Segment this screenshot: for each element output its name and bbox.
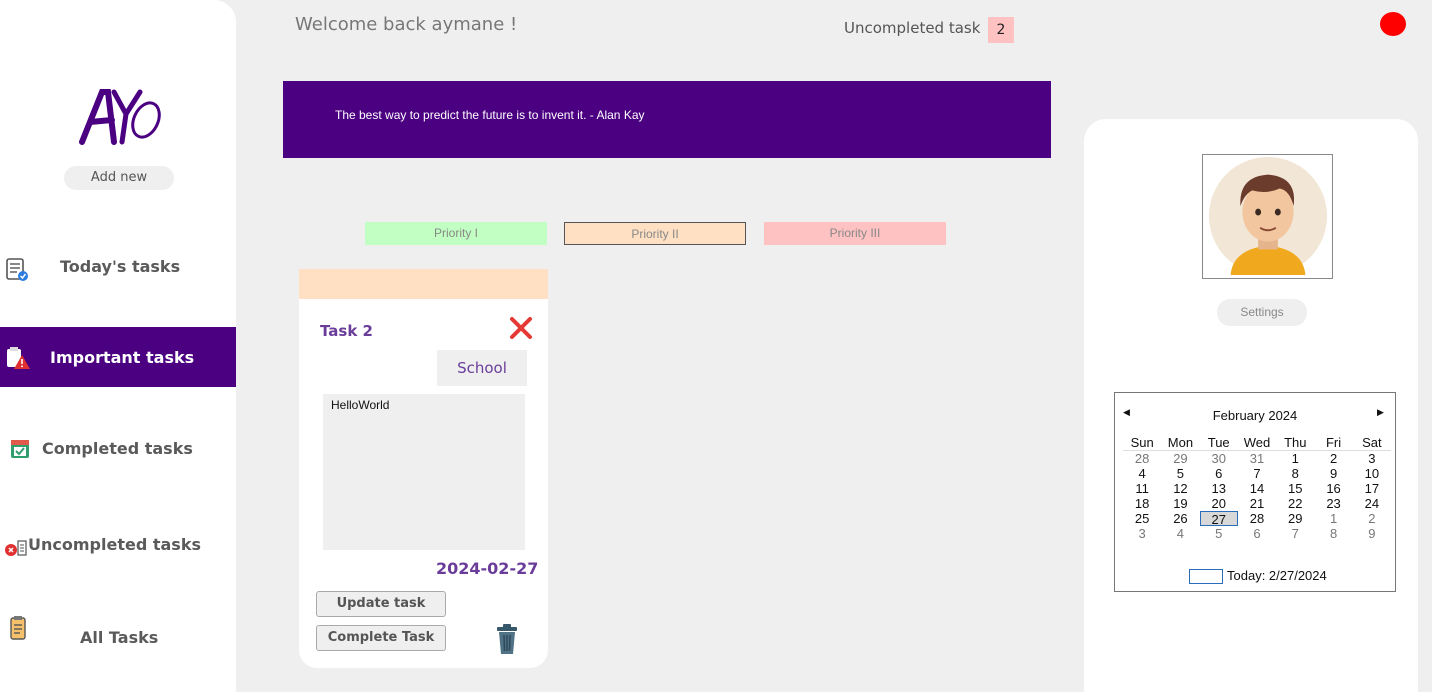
calendar-day[interactable]: 1 xyxy=(1314,511,1352,526)
sidebar-item-completed-tasks[interactable]: Completed tasks xyxy=(0,418,236,478)
priority-2-filter[interactable]: Priority II xyxy=(564,222,746,245)
calendar-day[interactable]: 19 xyxy=(1161,496,1199,511)
task-date: 2024-02-27 xyxy=(436,559,539,578)
calendar-day[interactable]: 27 xyxy=(1199,511,1238,527)
calendar-day[interactable]: 14 xyxy=(1238,481,1276,496)
sidebar-item-label: Uncompleted tasks xyxy=(28,534,201,554)
calendar-day[interactable]: 24 xyxy=(1353,496,1391,511)
error-list-icon xyxy=(5,540,27,556)
sidebar: Add new Today's tasks Important tasks Co… xyxy=(0,0,236,692)
calendar-day[interactable]: 8 xyxy=(1276,466,1314,481)
calendar-day[interactable]: 7 xyxy=(1276,526,1314,541)
today-marker-icon xyxy=(1189,569,1223,584)
calendar-day[interactable]: 9 xyxy=(1314,466,1352,481)
calendar-day[interactable]: 2 xyxy=(1314,451,1352,466)
calendar-day[interactable]: 8 xyxy=(1314,526,1352,541)
calendar-day[interactable]: 9 xyxy=(1353,526,1391,541)
calendar-weekday-label: Thu xyxy=(1276,435,1315,451)
calendar-day[interactable]: 23 xyxy=(1314,496,1352,511)
task-card-priority-bar xyxy=(299,269,548,299)
calendar-day[interactable]: 12 xyxy=(1161,481,1199,496)
close-icon[interactable] xyxy=(507,314,535,342)
calendar-day[interactable]: 4 xyxy=(1123,466,1161,481)
calendar-weekday-label: Sat xyxy=(1352,435,1391,451)
calendar-day[interactable]: 18 xyxy=(1123,496,1161,511)
sidebar-item-important-tasks[interactable]: Important tasks xyxy=(0,327,236,387)
calendar-day[interactable]: 3 xyxy=(1353,451,1391,466)
calendar-day[interactable]: 20 xyxy=(1200,496,1238,511)
calendar-day[interactable]: 5 xyxy=(1200,526,1238,541)
calendar-day[interactable]: 13 xyxy=(1200,481,1238,496)
avatar xyxy=(1202,154,1333,279)
quote-text: The best way to predict the future is to… xyxy=(335,108,645,122)
priority-3-filter[interactable]: Priority III xyxy=(764,222,946,245)
settings-button[interactable]: Settings xyxy=(1217,299,1307,326)
sidebar-item-label: All Tasks xyxy=(80,627,159,647)
calendar-weekday-label: Wed xyxy=(1237,435,1277,451)
task-category: School xyxy=(437,350,527,386)
calendar-day[interactable]: 30 xyxy=(1200,451,1238,466)
calendar-day[interactable]: 10 xyxy=(1353,466,1391,481)
close-dot-button[interactable] xyxy=(1380,12,1406,36)
calendar-day[interactable]: 28 xyxy=(1238,511,1276,526)
calendar-day[interactable]: 1 xyxy=(1276,451,1314,466)
task-notes[interactable]: HelloWorld xyxy=(323,394,525,550)
calendar-grid: Sun Mon Tue Wed Thu Fri Sat 28 29 30 31 1 2 3 4 5 6 7 8 9 10… xyxy=(1123,435,1391,541)
calendar-day[interactable]: 7 xyxy=(1238,466,1276,481)
warning-clipboard-icon xyxy=(7,347,30,369)
calendar-day[interactable]: 29 xyxy=(1276,511,1314,526)
calendar-day[interactable]: 11 xyxy=(1123,481,1161,496)
calendar-day[interactable]: 17 xyxy=(1353,481,1391,496)
sidebar-item-all-tasks[interactable]: All Tasks xyxy=(0,607,236,667)
task-card: Task 2 School HelloWorld 2024-02-27 Upda… xyxy=(299,269,548,668)
month-calendar[interactable]: ◀ ▶ February 2024 Sun Mon Tue Wed Thu Fri Sat 2… xyxy=(1114,392,1396,592)
calendar-day[interactable]: 6 xyxy=(1238,526,1276,541)
uncompleted-task-count: 2 xyxy=(988,17,1014,43)
add-new-button[interactable]: Add new xyxy=(64,166,174,190)
calendar-day[interactable]: 25 xyxy=(1123,511,1161,526)
calendar-day[interactable]: 2 xyxy=(1353,511,1391,526)
complete-task-button[interactable]: Complete Task xyxy=(316,625,446,651)
sidebar-item-label: Today's tasks xyxy=(60,256,181,276)
checklist-icon xyxy=(6,258,28,281)
calendar-day[interactable]: 29 xyxy=(1161,451,1199,466)
task-title: Task 2 xyxy=(320,322,373,340)
calendar-weekday-label: Fri xyxy=(1314,435,1353,451)
welcome-message: Welcome back aymane ! xyxy=(295,14,518,35)
calendar-day[interactable]: 31 xyxy=(1238,451,1276,466)
update-task-button[interactable]: Update task xyxy=(316,591,446,617)
calendar-day[interactable]: 28 xyxy=(1123,451,1161,466)
app-logo xyxy=(79,89,161,145)
sidebar-item-todays-tasks[interactable]: Today's tasks xyxy=(0,236,236,296)
calendar-weekday-label: Sun xyxy=(1123,435,1162,451)
calendar-day[interactable]: 5 xyxy=(1161,466,1199,481)
calendar-month-title: February 2024 xyxy=(1212,408,1298,423)
calendar-day[interactable]: 6 xyxy=(1200,466,1238,481)
uncompleted-task-label: Uncompleted task xyxy=(844,19,981,37)
sidebar-item-label: Important tasks xyxy=(50,347,195,367)
calendar-day[interactable]: 22 xyxy=(1276,496,1314,511)
calendar-day[interactable]: 3 xyxy=(1123,526,1161,541)
calendar-weekday-label: Tue xyxy=(1199,435,1238,451)
calendar-check-icon xyxy=(11,440,29,458)
calendar-day[interactable]: 4 xyxy=(1161,526,1199,541)
clipboard-icon xyxy=(10,616,26,640)
trash-icon[interactable] xyxy=(495,623,519,655)
calendar-day[interactable]: 26 xyxy=(1161,511,1199,526)
sidebar-item-label: Completed tasks xyxy=(42,438,193,458)
calendar-day[interactable]: 16 xyxy=(1314,481,1352,496)
sidebar-item-uncompleted-tasks[interactable]: Uncompleted tasks xyxy=(0,514,236,574)
calendar-today-link[interactable]: Today: 2/27/2024 xyxy=(1227,568,1327,583)
calendar-day[interactable]: 21 xyxy=(1238,496,1276,511)
calendar-weekday-label: Mon xyxy=(1161,435,1200,451)
calendar-day[interactable]: 15 xyxy=(1276,481,1314,496)
priority-1-filter[interactable]: Priority I xyxy=(365,222,547,245)
